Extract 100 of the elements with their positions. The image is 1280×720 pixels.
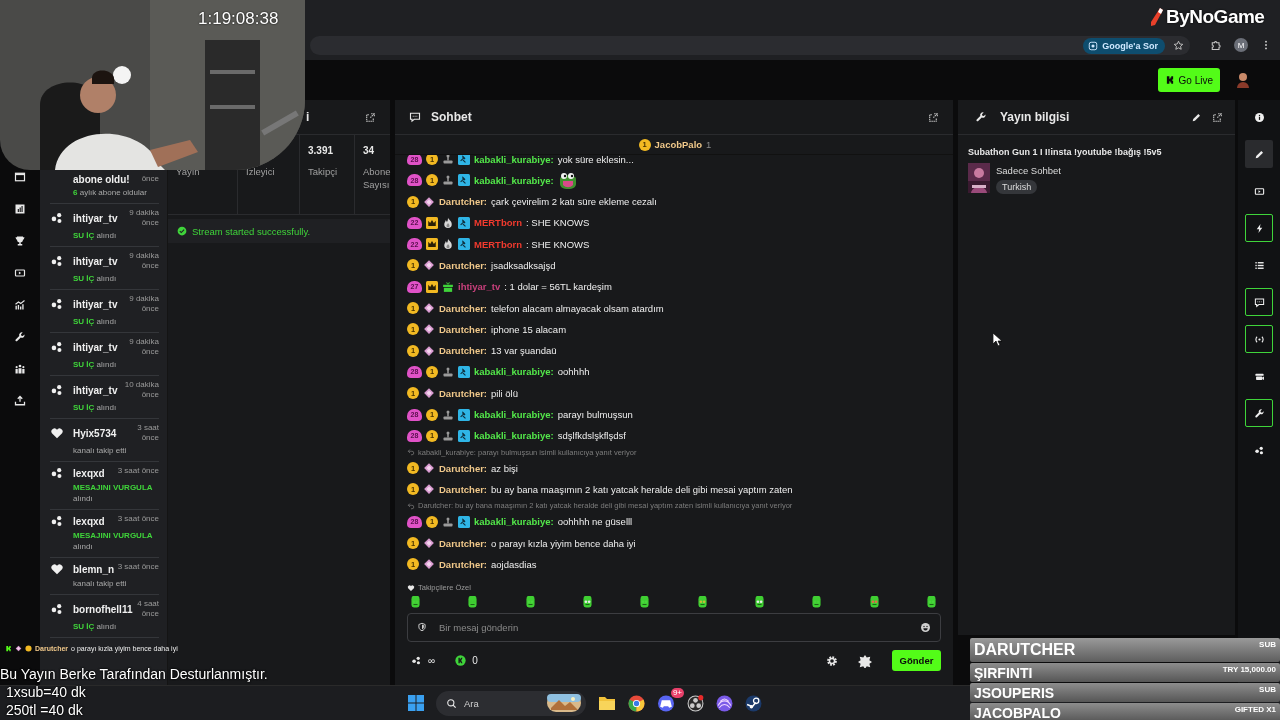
film-icon[interactable]	[14, 267, 26, 279]
popout-icon[interactable]	[365, 111, 376, 123]
username[interactable]: Darutcher:	[439, 483, 488, 495]
hammer-icon	[458, 408, 470, 421]
username[interactable]: kabakli_kurabiye:	[474, 516, 554, 528]
activity-detail: alındı	[96, 317, 117, 326]
dots-icon	[50, 340, 64, 354]
stat-label: Abone Sayısı	[363, 165, 391, 191]
username[interactable]: MERTborn	[474, 217, 523, 229]
shell-app-icon[interactable]	[716, 694, 733, 712]
emoji-icon[interactable]	[920, 622, 931, 633]
emote-icon[interactable]	[924, 596, 938, 609]
heart-icon	[407, 583, 415, 592]
send-button[interactable]: Gönder	[892, 650, 941, 671]
controller-app-icon[interactable]	[657, 694, 675, 712]
logo-text: ByNoGame	[1166, 6, 1265, 28]
event-name: JSOUPERIS	[974, 684, 1055, 701]
emote-icon[interactable]	[867, 596, 881, 609]
event-name: JACOBPALO	[974, 704, 1061, 720]
upload-icon[interactable]	[14, 395, 26, 407]
chat-button[interactable]	[1245, 288, 1273, 316]
folder-icon[interactable]	[598, 695, 616, 711]
emote-icon[interactable]	[752, 596, 766, 609]
reply-icon	[407, 501, 415, 510]
trophy-icon[interactable]	[14, 235, 26, 247]
stat-label: İzleyici	[246, 165, 276, 178]
username[interactable]: Darutcher:	[439, 558, 488, 570]
hammer-icon	[458, 515, 470, 528]
message-field[interactable]: Bir mesaj gönderin	[407, 613, 941, 642]
popout-icon[interactable]	[928, 111, 939, 123]
username[interactable]: Darutcher:	[439, 462, 488, 474]
panel-title: Yayın bilgisi	[1000, 110, 1071, 124]
emote-icon[interactable]	[523, 596, 537, 609]
username[interactable]: ihtiyar_tv	[458, 281, 501, 293]
category-name[interactable]: Sadece Sohbet	[996, 165, 1061, 176]
bolt-button[interactable]	[1245, 214, 1273, 242]
username[interactable]: kabakli_kurabiye:	[474, 155, 554, 165]
username: lexqxd	[73, 467, 106, 479]
people-icon[interactable]	[14, 363, 26, 375]
broadcast-button[interactable]	[1245, 325, 1273, 353]
pencil-icon[interactable]	[1191, 111, 1202, 123]
emote-icon[interactable]	[695, 596, 709, 609]
username[interactable]: Darutcher:	[439, 196, 488, 208]
start-icon[interactable]	[408, 695, 424, 711]
activity-detail: alındı	[96, 622, 117, 631]
piston-app-icon[interactable]	[745, 694, 762, 712]
emote-icon[interactable]	[810, 596, 824, 609]
joystick-icon	[442, 365, 454, 378]
dots-icon[interactable]	[411, 655, 422, 666]
aperture-app-icon[interactable]	[687, 694, 704, 712]
k-logo-icon	[5, 645, 12, 652]
window-icon[interactable]	[14, 171, 26, 183]
wrench-icon[interactable]	[14, 331, 26, 343]
emote-icon[interactable]	[466, 596, 480, 609]
username[interactable]: kabakli_kurabiye:	[474, 174, 554, 186]
wrench-button[interactable]	[1245, 399, 1273, 427]
username[interactable]: Darutcher:	[439, 387, 488, 399]
puzzle-icon[interactable]	[1210, 39, 1222, 51]
star-icon[interactable]	[1173, 40, 1184, 51]
pencil-button[interactable]	[1245, 140, 1273, 168]
dots-icon	[50, 383, 64, 397]
emote-icon[interactable]	[409, 596, 422, 609]
circle-app-icon[interactable]	[628, 694, 645, 712]
language-tag[interactable]: Turkish	[996, 180, 1038, 194]
username[interactable]: Darutcher:	[439, 260, 488, 271]
avatar-icon[interactable]	[1236, 72, 1250, 88]
pen-logo-icon	[1148, 7, 1164, 27]
username[interactable]: Darutcher:	[439, 537, 488, 549]
hammer-icon	[458, 365, 470, 378]
reward-name: SU İÇ	[73, 403, 95, 412]
username[interactable]: JacobPalo	[654, 139, 703, 150]
username[interactable]: MERTborn	[474, 238, 523, 250]
popout-icon[interactable]	[1212, 111, 1223, 123]
profile-avatar[interactable]: M	[1234, 38, 1248, 52]
chat-message: 13 var şuandaü	[491, 345, 557, 357]
emote-icon[interactable]	[581, 596, 594, 609]
address-bar[interactable]: Google'a Sor	[310, 36, 1190, 55]
username[interactable]: kabakli_kurabiye:	[474, 409, 554, 421]
reward-name: MESAJINI VURGULA	[73, 531, 153, 540]
badge-icon[interactable]	[858, 653, 872, 668]
username[interactable]: Darutcher:	[439, 345, 488, 357]
trend-chart-icon[interactable]	[14, 299, 26, 311]
joystick-icon	[442, 515, 454, 528]
kick-balance: 0	[472, 655, 478, 666]
username[interactable]: Darutcher:	[439, 323, 488, 335]
diamond-icon	[423, 323, 435, 336]
chat-message: az bişi	[491, 462, 518, 474]
username[interactable]: Darutcher:	[439, 302, 488, 314]
emote-icon[interactable]	[638, 596, 652, 609]
joystick-icon	[442, 408, 454, 421]
ask-button[interactable]: Google'a Sor	[1083, 37, 1165, 54]
go-live-button[interactable]: Go Live	[1157, 68, 1220, 92]
timestamp: 4 saat önce	[136, 599, 159, 619]
bar-chart-icon[interactable]	[14, 203, 26, 215]
crown-icon	[426, 238, 438, 251]
username: ihtiyar_tv	[73, 384, 118, 396]
username[interactable]: kabakli_kurabiye:	[474, 430, 554, 442]
username[interactable]: kabakli_kurabiye:	[474, 366, 554, 378]
notification-badge: 9+	[670, 687, 684, 698]
settings-icon[interactable]	[826, 654, 838, 667]
